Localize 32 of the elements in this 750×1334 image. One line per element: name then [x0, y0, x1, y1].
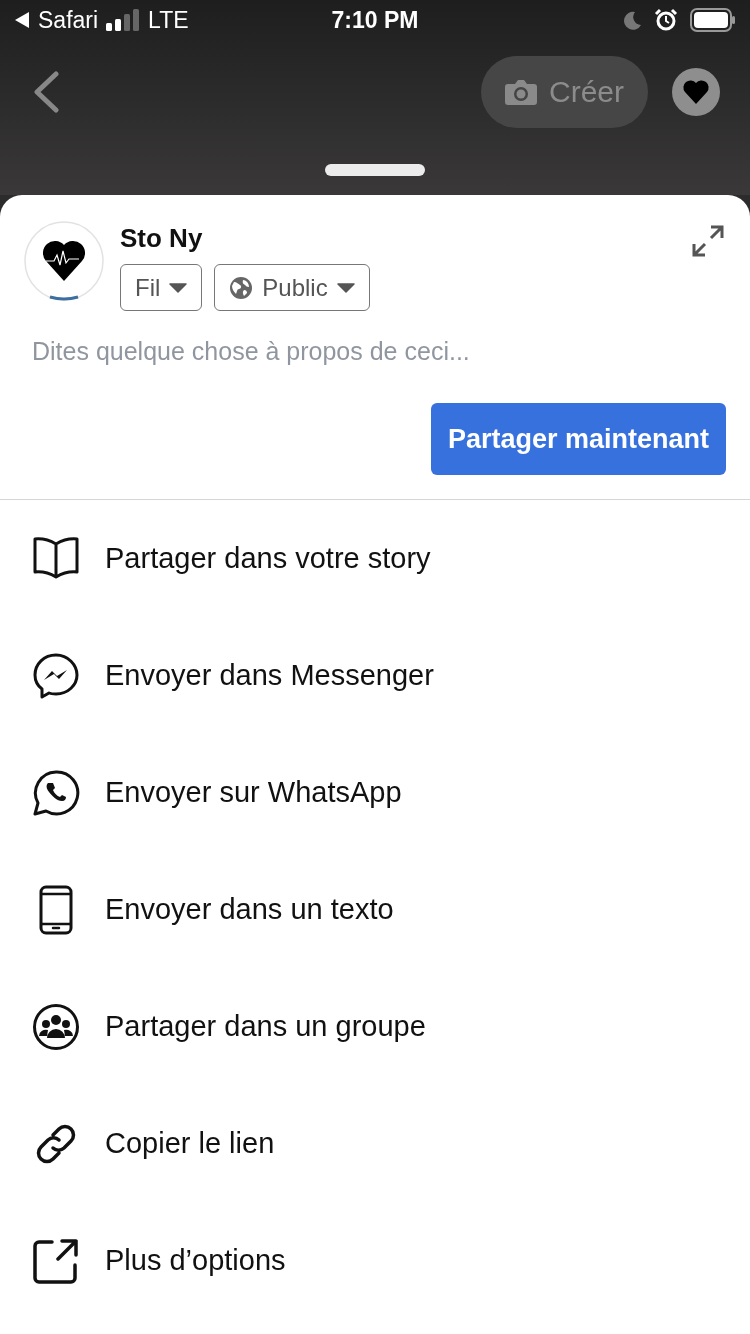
expand-icon[interactable]: [692, 225, 724, 257]
group-icon: [32, 1002, 80, 1051]
moon-icon: [622, 10, 642, 30]
profile-avatar-icon[interactable]: [672, 68, 720, 116]
whatsapp-icon: [32, 768, 80, 817]
alarm-icon: [654, 8, 678, 32]
battery-icon: [690, 8, 736, 32]
external-share-icon: [32, 1236, 80, 1285]
messenger-icon: [32, 651, 80, 700]
camera-icon: [505, 78, 537, 106]
caret-icon: [336, 282, 355, 293]
share-option[interactable]: Partager dans un groupe: [0, 968, 750, 1085]
clock: 7:10 PM: [331, 6, 419, 34]
audience-dropdown[interactable]: Public: [214, 264, 370, 311]
audience-dropdown[interactable]: Fil: [120, 264, 203, 311]
globe-icon: [229, 275, 254, 300]
share-option[interactable]: Partager dans votre story: [0, 500, 750, 617]
back-arrow-icon: [14, 11, 30, 29]
back-app-label[interactable]: Safari: [38, 6, 99, 34]
drag-handle[interactable]: [325, 164, 425, 176]
share-option[interactable]: Envoyer dans Messenger: [0, 617, 750, 734]
caret-icon: [169, 282, 188, 293]
share-option[interactable]: Envoyer dans un texto: [0, 851, 750, 968]
share-option[interactable]: Envoyer sur WhatsApp: [0, 734, 750, 851]
back-icon[interactable]: [32, 71, 60, 113]
share-now-button[interactable]: Partager maintenant: [430, 403, 726, 475]
share-option[interactable]: Copier le lien: [0, 1085, 750, 1202]
share-option[interactable]: Plus d’options: [0, 1202, 750, 1319]
signal-icon: [106, 9, 141, 31]
avatar-icon: [24, 221, 104, 301]
user-name: Sto Ny: [120, 223, 204, 254]
network-label: LTE: [148, 6, 189, 34]
